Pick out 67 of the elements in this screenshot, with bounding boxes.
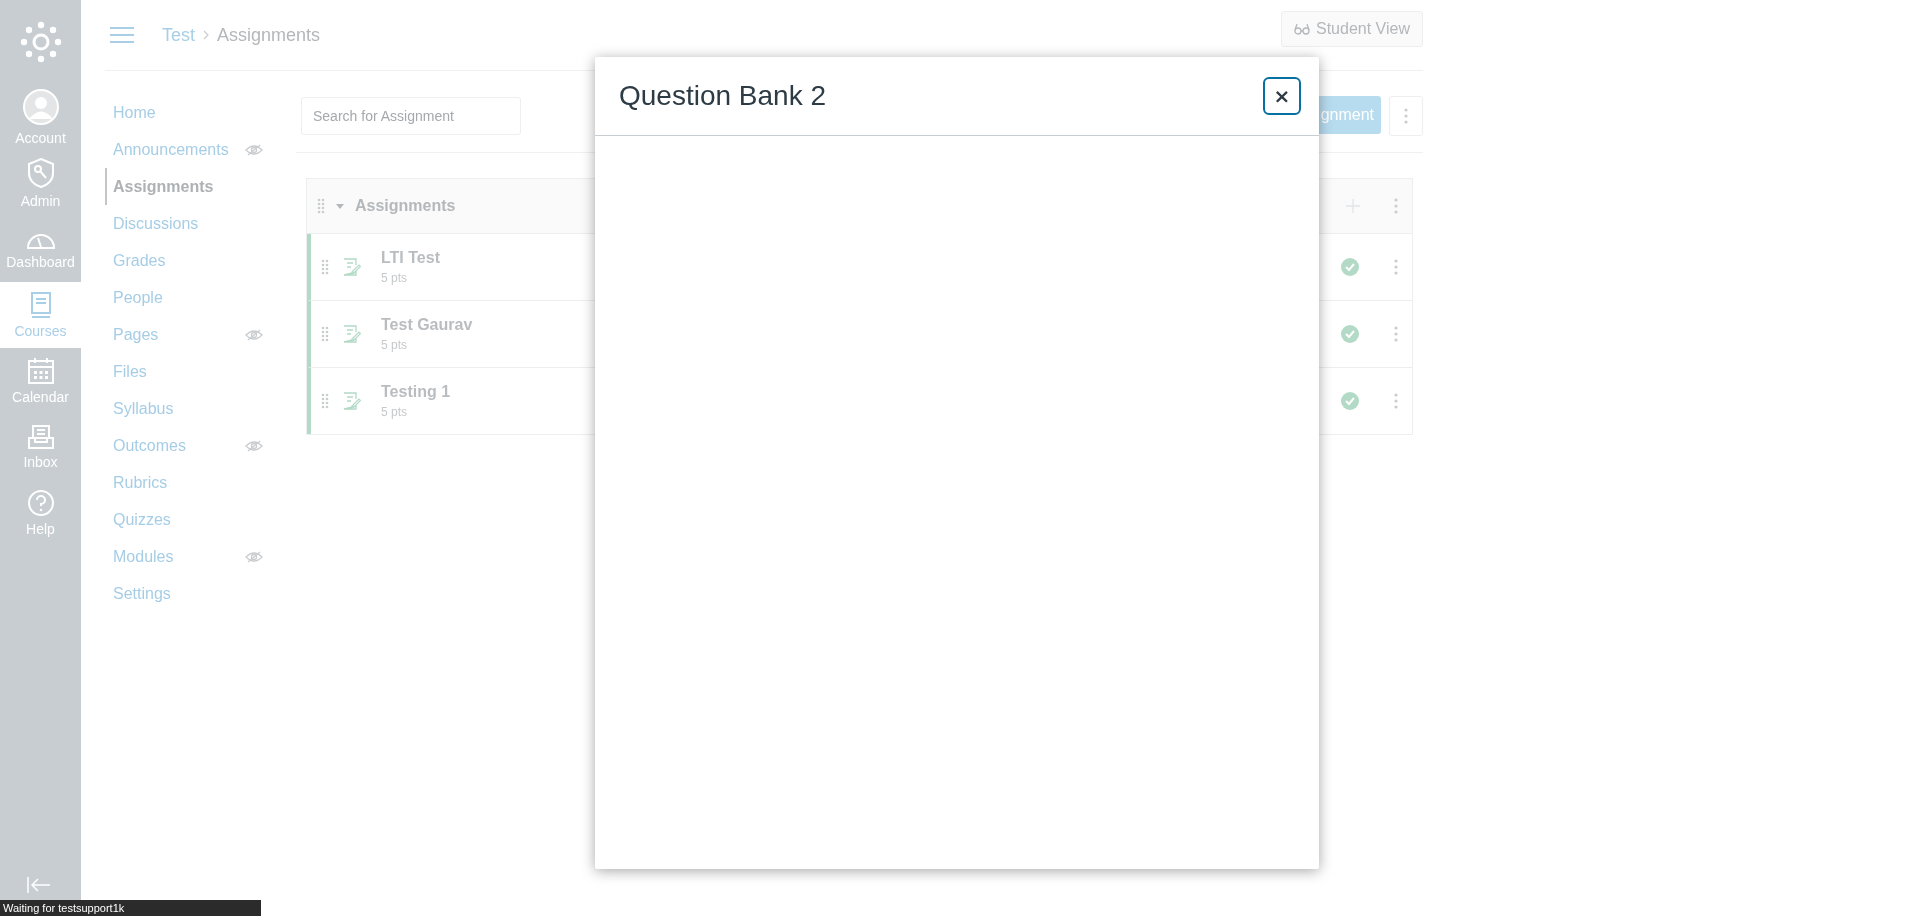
hidden-eye-icon — [245, 328, 263, 341]
modal-title: Question Bank 2 — [619, 80, 827, 112]
published-check-icon[interactable] — [1340, 324, 1360, 344]
inbox-icon — [26, 424, 55, 450]
student-view-button[interactable]: Student View — [1281, 11, 1423, 47]
course-nav-link[interactable]: Assignments — [105, 168, 263, 205]
course-nav-link[interactable]: Home — [105, 94, 263, 131]
kebab-icon[interactable] — [1404, 108, 1408, 124]
more-options-icon[interactable] — [1394, 259, 1398, 275]
nav-item[interactable]: Account — [0, 84, 81, 150]
course-nav-link[interactable]: Files — [105, 353, 263, 390]
drag-handle-icon[interactable] — [321, 393, 329, 409]
course-nav-link[interactable]: Settings — [105, 575, 263, 612]
more-options-icon[interactable] — [1394, 393, 1398, 409]
course-nav-link[interactable]: Announcements — [105, 131, 263, 168]
close-button[interactable]: × — [1263, 77, 1301, 115]
nav-item[interactable]: Admin — [0, 150, 81, 216]
search-field[interactable]: Search for Assignment — [301, 97, 521, 135]
course-nav-link[interactable]: Quizzes — [105, 501, 263, 538]
assignment-icon — [343, 392, 361, 410]
status-text: Waiting for testsupport1k — [2, 902, 125, 914]
course-nav-link[interactable]: People — [105, 279, 263, 316]
assignment-title[interactable]: LTI Test — [381, 249, 440, 267]
published-check-icon[interactable] — [1340, 391, 1360, 411]
drag-handle-icon[interactable] — [321, 326, 329, 342]
book-icon — [28, 291, 53, 319]
assignment-title[interactable]: Testing 1 — [381, 383, 451, 401]
breadcrumb-current: Assignments — [217, 24, 321, 46]
hidden-eye-icon — [245, 143, 263, 156]
drag-handle-icon[interactable] — [317, 198, 325, 214]
group-title: Assignments — [355, 197, 457, 215]
avatar-icon — [21, 88, 60, 126]
help-icon — [26, 489, 55, 517]
course-nav-link[interactable]: Discussions — [105, 205, 263, 242]
nav-item[interactable]: Courses — [0, 282, 81, 348]
assignment-title[interactable]: Test Gaurav — [381, 316, 473, 334]
course-nav-link[interactable]: Pages — [105, 316, 263, 353]
assignment-icon — [343, 325, 361, 343]
more-options-icon[interactable] — [1394, 198, 1398, 214]
assignment-icon — [343, 258, 361, 276]
course-nav-link[interactable]: Syllabus — [105, 390, 263, 427]
caret-icon[interactable] — [335, 201, 345, 211]
course-nav-link[interactable]: Rubrics — [105, 464, 263, 501]
hidden-eye-icon — [245, 439, 263, 452]
logo-icon[interactable] — [18, 20, 63, 64]
points-label: 5 pts — [381, 405, 407, 419]
hidden-eye-icon — [245, 550, 263, 563]
more-options-icon[interactable] — [1394, 326, 1398, 342]
points-label: 5 pts — [381, 271, 407, 285]
nav-item[interactable]: Inbox — [0, 414, 81, 480]
nav-item[interactable]: Dashboard — [0, 216, 81, 282]
more-options-button[interactable] — [1389, 96, 1423, 136]
glasses-icon — [1294, 23, 1310, 35]
drag-handle-icon[interactable] — [321, 259, 329, 275]
published-check-icon[interactable] — [1340, 257, 1360, 277]
breadcrumb-link[interactable]: Test — [162, 24, 195, 46]
course-nav-link[interactable]: Outcomes — [105, 427, 263, 464]
course-nav-link[interactable]: Grades — [105, 242, 263, 279]
points-label: 5 pts — [381, 338, 407, 352]
nav-item[interactable]: Calendar — [0, 348, 81, 414]
menu-icon[interactable] — [110, 26, 134, 44]
collapse-icon[interactable] — [26, 876, 52, 894]
chevron-icon — [203, 30, 209, 40]
nav-item[interactable]: Help — [0, 480, 81, 546]
shield-icon — [26, 157, 55, 189]
course-nav-link[interactable]: Modules — [105, 538, 263, 575]
calendar-icon — [26, 357, 55, 385]
